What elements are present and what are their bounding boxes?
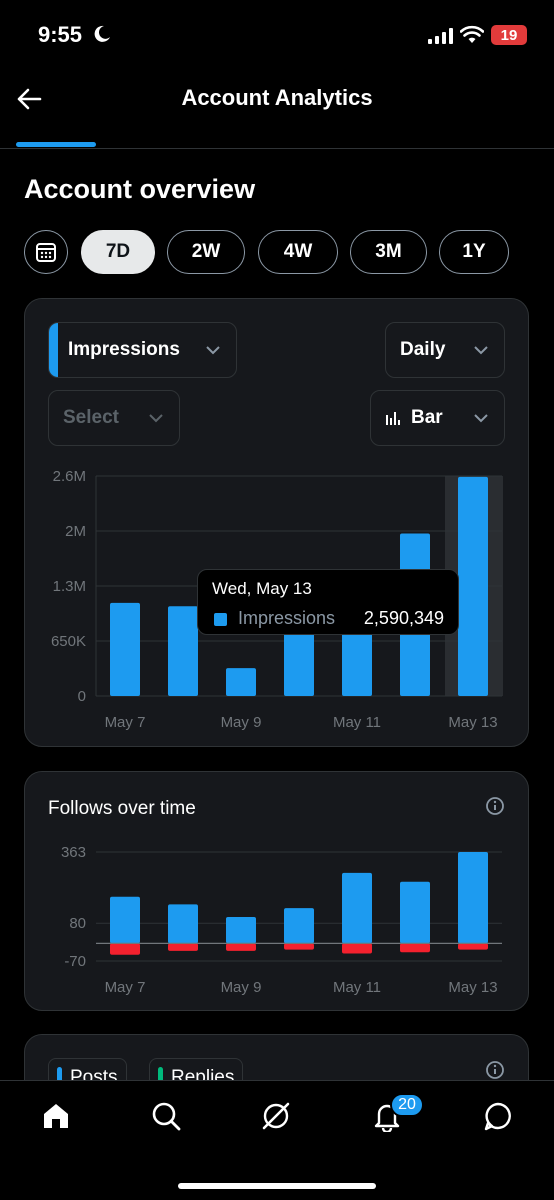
range-2w-button[interactable]: 2W bbox=[167, 230, 245, 274]
search-icon[interactable] bbox=[150, 1100, 182, 1132]
y-tick-label: 650K bbox=[51, 633, 86, 650]
info-icon[interactable] bbox=[485, 796, 505, 816]
bottom-nav bbox=[0, 1080, 554, 1200]
y-tick-label: 80 bbox=[69, 915, 86, 932]
home-indicator bbox=[178, 1183, 376, 1189]
chart-type-dropdown[interactable]: Bar bbox=[370, 390, 505, 446]
chart-tooltip: Wed, May 13 Impressions 2,590,349 bbox=[197, 569, 459, 635]
calendar-icon bbox=[36, 243, 56, 262]
x-tick-label: May 9 bbox=[221, 714, 262, 731]
impressions-bar bbox=[168, 606, 198, 696]
follows-gain-bar bbox=[342, 872, 372, 944]
x-tick-label: May 13 bbox=[448, 979, 497, 996]
follows-loss-bar bbox=[110, 943, 140, 955]
compare-select-label: Select bbox=[63, 407, 119, 428]
range-3m-button[interactable]: 3M bbox=[350, 230, 427, 274]
metric-accent bbox=[49, 323, 58, 377]
follows-loss-bar bbox=[284, 943, 314, 950]
wifi-icon bbox=[460, 25, 484, 43]
tooltip-value: 2,590,349 bbox=[363, 608, 444, 628]
follows-loss-bar bbox=[342, 943, 372, 954]
chart-type-label: Bar bbox=[411, 407, 443, 428]
tooltip-swatch bbox=[214, 613, 227, 626]
range-7d-button[interactable]: 7D bbox=[81, 230, 155, 274]
follows-gain-bar bbox=[168, 904, 198, 944]
follows-loss-bar bbox=[226, 943, 256, 951]
page-title: Account Analytics bbox=[181, 85, 373, 110]
battery-indicator: 19 bbox=[491, 25, 527, 45]
calendar-button[interactable] bbox=[24, 230, 68, 274]
interval-dropdown[interactable]: Daily bbox=[385, 322, 505, 378]
follows-loss-bar bbox=[168, 943, 198, 951]
messages-icon[interactable] bbox=[482, 1100, 514, 1132]
impressions-bar bbox=[110, 602, 140, 696]
info-icon[interactable] bbox=[485, 1060, 505, 1080]
impressions-bar bbox=[226, 668, 256, 696]
bar-chart-icon bbox=[386, 412, 400, 425]
y-tick-label: 363 bbox=[61, 844, 86, 861]
follows-gain-bar bbox=[110, 896, 140, 944]
status-time: 9:55 bbox=[38, 22, 83, 47]
x-tick-label: May 11 bbox=[333, 714, 381, 731]
chevron-down-icon bbox=[474, 414, 488, 423]
section-heading: Account overview bbox=[24, 174, 256, 204]
y-tick-label: 1.3M bbox=[53, 578, 86, 595]
follows-gain-bar bbox=[226, 916, 256, 944]
moon-icon bbox=[94, 25, 110, 42]
follows-chart: 363 80 -70 May 7 May 9 May 11 May 13 bbox=[61, 844, 502, 996]
interval-label: Daily bbox=[400, 339, 446, 360]
y-tick-label: -70 bbox=[64, 953, 86, 970]
header-divider bbox=[0, 148, 554, 149]
metric-dropdown[interactable]: Impressions bbox=[48, 322, 237, 378]
metric-label: Impressions bbox=[68, 339, 180, 360]
grok-icon[interactable] bbox=[260, 1100, 292, 1132]
x-tick-label: May 9 bbox=[221, 979, 262, 996]
compare-select-dropdown[interactable]: Select bbox=[48, 390, 180, 446]
chevron-down-icon bbox=[206, 346, 220, 355]
x-tick-label: May 7 bbox=[105, 979, 146, 996]
home-icon[interactable] bbox=[40, 1100, 72, 1132]
tab-indicator bbox=[16, 142, 96, 147]
x-tick-label: May 13 bbox=[448, 714, 497, 731]
follows-loss-bar bbox=[458, 943, 488, 950]
range-1y-button[interactable]: 1Y bbox=[439, 230, 509, 274]
impressions-bar bbox=[458, 476, 488, 696]
x-tick-label: May 11 bbox=[333, 979, 381, 996]
signal-icon bbox=[428, 28, 453, 44]
tooltip-date: Wed, May 13 bbox=[212, 579, 312, 598]
chevron-down-icon bbox=[149, 414, 163, 423]
notifications-badge: 20 bbox=[390, 1093, 424, 1117]
range-4w-button[interactable]: 4W bbox=[258, 230, 338, 274]
tooltip-label: Impressions bbox=[238, 608, 336, 628]
follows-title: Follows over time bbox=[48, 798, 196, 819]
y-tick-label: 2M bbox=[65, 523, 86, 540]
follows-gain-bar bbox=[284, 908, 314, 944]
follows-loss-bar bbox=[400, 943, 430, 953]
follows-gain-bar bbox=[458, 852, 488, 944]
x-tick-label: May 7 bbox=[105, 714, 146, 731]
y-tick-label: 0 bbox=[78, 688, 86, 705]
y-tick-label: 2.6M bbox=[53, 468, 86, 485]
chevron-down-icon bbox=[474, 346, 488, 355]
follows-gain-bar bbox=[400, 881, 430, 944]
